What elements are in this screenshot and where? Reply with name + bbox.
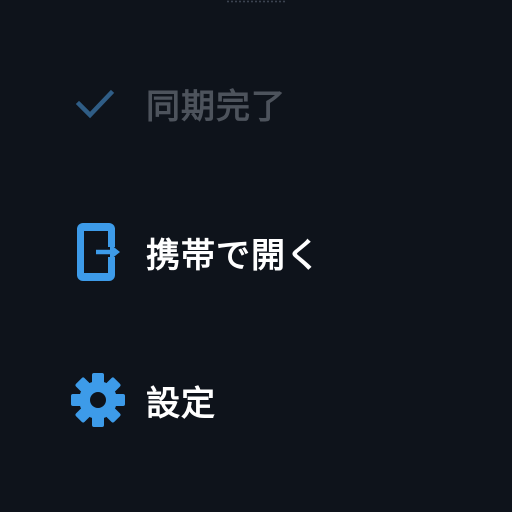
menu-item-label: 携帯で開く xyxy=(146,235,321,276)
menu-item-label: 設定 xyxy=(146,383,216,424)
menu-item-sync-complete[interactable]: 同期完了 xyxy=(68,73,468,133)
menu-item-open-on-phone[interactable]: 携帯で開く xyxy=(68,222,468,282)
watch-menu-screen: 同期完了 携帯で開く 設定 xyxy=(0,0,512,512)
scroll-indicator xyxy=(226,0,286,3)
checkmark-icon xyxy=(68,73,128,133)
menu-item-settings[interactable]: 設定 xyxy=(68,370,468,430)
open-on-phone-icon xyxy=(68,222,128,282)
gear-icon xyxy=(68,370,128,430)
menu-item-label: 同期完了 xyxy=(146,86,286,127)
